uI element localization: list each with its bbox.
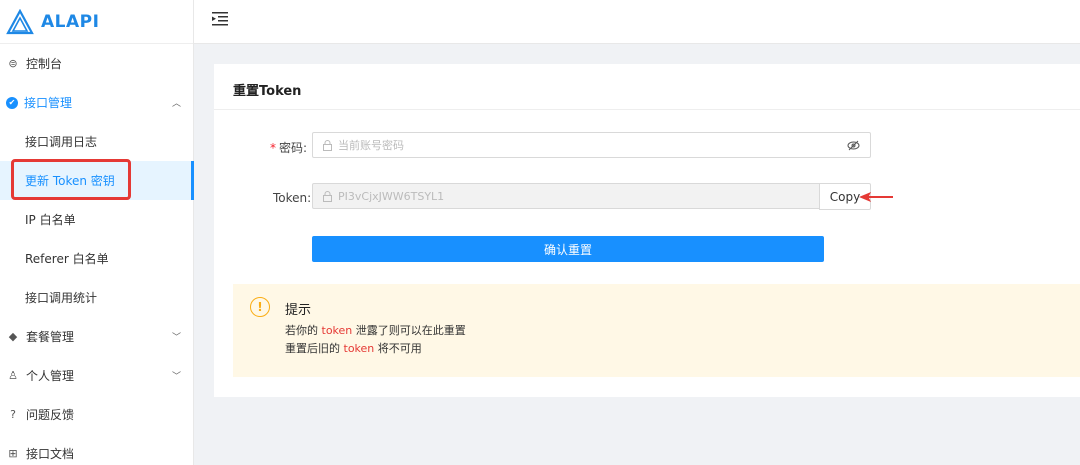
card-title: 重置Token	[233, 84, 302, 99]
lock-icon	[323, 139, 332, 151]
docs-icon: ⊞	[8, 447, 18, 460]
token-value: PI3vCjxJWW6TSYL1	[338, 189, 445, 203]
sidebar-subitem-label: Referer 白名单	[25, 252, 109, 266]
sidebar-subitem-call-log[interactable]: 接口调用日志	[0, 122, 194, 161]
sidebar-item-docs[interactable]: ⊞ 接口文档	[0, 434, 194, 465]
sidebar-item-label: 控制台	[26, 57, 63, 71]
sidebar-item-personal-management[interactable]: ♙ 个人管理 ﹀	[0, 356, 194, 395]
notice-line: 重置后旧的 token 将不可用	[285, 342, 422, 355]
logo-icon	[6, 8, 34, 34]
sidebar-item-label: 套餐管理	[26, 330, 75, 344]
question-icon: ?	[10, 408, 16, 421]
chevron-down-icon: ﹀	[171, 372, 181, 382]
sidebar-subitem-label: IP 白名单	[25, 213, 76, 227]
password-placeholder: 当前账号密码	[338, 139, 404, 152]
annotation-highlight-box	[11, 159, 131, 200]
sidebar-item-label: 接口文档	[26, 447, 75, 461]
notice-title: 提示	[285, 303, 312, 318]
sidebar-subitem-label: 接口调用统计	[25, 291, 98, 305]
sidebar-subitem-label: 接口调用日志	[25, 135, 98, 149]
sidebar-subitem-call-stats[interactable]: 接口调用统计	[0, 278, 194, 317]
sidebar-item-api-management[interactable]: ✔ 接口管理 ︿	[0, 83, 194, 122]
package-icon: ◆	[8, 330, 18, 343]
notice-line: 若你的 token 泄露了则可以在此重置	[285, 324, 466, 337]
divider	[214, 109, 1080, 110]
sidebar-item-label: 个人管理	[26, 369, 75, 383]
confirm-reset-button[interactable]: 确认重置	[312, 236, 824, 262]
menu-collapse-icon[interactable]	[212, 12, 228, 26]
token-label: Token:	[273, 191, 312, 205]
sidebar-item-feedback[interactable]: ? 问题反馈	[0, 395, 194, 434]
sidebar-item-package-management[interactable]: ◆ 套餐管理 ﹀	[0, 317, 194, 356]
token-field[interactable]: PI3vCjxJWW6TSYL1	[312, 183, 820, 209]
warning-icon: !	[250, 297, 270, 317]
sidebar-item-label: 接口管理	[24, 96, 73, 110]
password-field[interactable]: 当前账号密码	[312, 132, 871, 158]
logo-text: ALAPI	[41, 11, 100, 32]
api-icon: ✔	[6, 96, 18, 109]
lock-icon	[323, 190, 332, 202]
dashboard-icon: ⊜	[8, 57, 18, 70]
top-bar	[194, 0, 1080, 44]
eye-hidden-icon[interactable]	[847, 139, 860, 152]
chevron-down-icon: ﹀	[171, 333, 181, 343]
logo[interactable]: ALAPI	[0, 0, 193, 44]
chevron-up-icon: ︿	[171, 99, 181, 109]
notice-alert: ! 提示 若你的 token 泄露了则可以在此重置 重置后旧的 token 将不…	[233, 284, 1080, 377]
reset-token-card: 重置Token * 密码: 当前账号密码 Token: PI3vCjxJWW6TS…	[214, 64, 1080, 397]
required-marker: *	[270, 141, 276, 155]
sidebar-subitem-referer-whitelist[interactable]: Referer 白名单	[0, 239, 194, 278]
sidebar-subitem-ip-whitelist[interactable]: IP 白名单	[0, 200, 194, 239]
password-label: * 密码:	[270, 141, 308, 155]
user-icon: ♙	[8, 369, 18, 382]
annotation-arrow-icon	[859, 192, 893, 202]
sidebar: ALAPI ⊜ 控制台 ✔ 接口管理 ︿ 接口调用日志 更新 Token 密钥 …	[0, 0, 194, 465]
sidebar-item-dashboard[interactable]: ⊜ 控制台	[0, 44, 194, 83]
sidebar-item-label: 问题反馈	[26, 408, 75, 422]
